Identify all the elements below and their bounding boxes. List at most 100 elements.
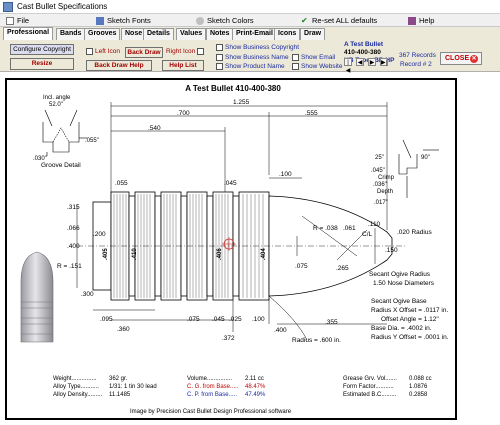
band-dia-405: .405: [103, 248, 109, 260]
radius-600: Radius = .600 in.: [292, 337, 341, 344]
crimp-angle: 25": [375, 155, 384, 161]
close-label: CLOSE: [445, 55, 470, 62]
groove-angle-value: 52.0": [49, 102, 63, 108]
dim-300: .300: [81, 291, 94, 298]
palette-icon: [196, 16, 204, 25]
left-icon-checkbox[interactable]: Left Icon: [86, 48, 120, 55]
record-count: 367 Records: [399, 52, 436, 59]
tab-bar: Professional Bands Grooves Nose Details …: [0, 27, 500, 40]
tab-print-email[interactable]: Print-Email: [232, 28, 277, 40]
next-record-button[interactable]: ▶: [368, 58, 376, 66]
bc-label: Estimated B.C.........: [343, 392, 397, 398]
dim-overall-length: 1.255: [233, 99, 250, 106]
right-icon-checkbox[interactable]: Right Icon: [166, 48, 205, 55]
show-website-checkbox[interactable]: Show Website: [292, 63, 342, 70]
menu-help[interactable]: Help: [408, 16, 434, 25]
crimp-detail: [398, 139, 439, 198]
secant-base-line1: Secant Ogive Base: [371, 298, 427, 305]
checkbox-box: [86, 48, 93, 55]
drawing-title: A Test Bullet 410-400-380: [185, 84, 281, 93]
record-part: 410-400-380: [344, 49, 381, 56]
dim-540: .540: [148, 125, 161, 132]
tab-grooves[interactable]: Grooves: [84, 28, 121, 40]
secant-base-line2: Radius X Offset = .0117 in.: [371, 307, 448, 314]
tab-draw[interactable]: Draw: [300, 28, 326, 40]
secant-base-line3: Offset Angle = 1.12": [381, 316, 439, 323]
groove-depth-value: .055": [85, 138, 99, 144]
tab-values[interactable]: Values: [176, 28, 207, 40]
alloy-density-value: 11.1485: [109, 392, 131, 398]
dim-075: .075: [187, 316, 200, 323]
menu-sketch-fonts[interactable]: Sketch Fonts: [96, 16, 151, 25]
band-dia-410: .410: [132, 248, 138, 260]
back-draw-help-button[interactable]: Back Draw Help: [86, 60, 152, 71]
help-book-icon: [408, 16, 416, 25]
checkbox-box: [197, 48, 205, 55]
dim-045-bottom: .045: [212, 316, 225, 323]
menu-file[interactable]: File: [6, 16, 29, 25]
cg-label: C. G. from Base.....: [187, 384, 239, 390]
crimp-depth-label: Depth: [377, 189, 393, 195]
show-business-name-label: Show Business Name: [225, 54, 289, 61]
last-record-button[interactable]: ▶|: [380, 58, 388, 66]
toolbar: Configure Copyright Resize Left Icon Bac…: [0, 40, 500, 72]
stats-panel: Weight............... 362 gr. Alloy Type…: [5, 376, 457, 410]
center-line-label: C/L: [362, 231, 373, 238]
tab-bands[interactable]: Bands: [56, 28, 86, 40]
volume-label: Volume...............: [187, 376, 233, 382]
show-business-copyright-label: Show Business Copyright: [225, 44, 300, 51]
secant-base-line5: Radius Y Offset = .0001 in.: [371, 334, 449, 341]
close-icon: ✕: [470, 55, 478, 63]
help-list-button[interactable]: Help List: [162, 60, 204, 71]
dim-372: .372: [222, 335, 235, 342]
dim-075-nose: .075: [295, 263, 308, 270]
secant-base-line4: Base Dia. = .4002 in.: [371, 325, 432, 332]
weight-label: Weight...............: [53, 376, 97, 382]
volume-value: 2.11 cc: [245, 376, 264, 382]
alloy-density-label: Alloy Density.........: [53, 392, 103, 398]
menu-reset[interactable]: ✔ Re-set ALL defaults: [301, 16, 377, 25]
prev-record-button[interactable]: ◀: [356, 58, 364, 66]
close-button[interactable]: CLOSE ✕: [440, 52, 482, 65]
menu-sketch-colors-label: Sketch Colors: [207, 16, 254, 25]
show-business-name-checkbox[interactable]: Show Business Name: [216, 54, 289, 61]
dim-265: .265: [336, 265, 349, 272]
show-business-copyright-checkbox[interactable]: Show Business Copyright: [216, 44, 299, 51]
back-draw-button[interactable]: Back Draw: [125, 47, 163, 58]
record-name: A Test Bullet: [344, 41, 384, 48]
band-dia-406: .406: [217, 248, 223, 260]
cg-value: 48.47%: [245, 384, 266, 390]
show-product-name-checkbox[interactable]: Show Product Name: [216, 63, 285, 70]
checkbox-box: [292, 63, 299, 70]
crimp-label: Crimp: [378, 175, 395, 181]
file-icon: [6, 16, 14, 25]
resize-button[interactable]: Resize: [10, 58, 74, 70]
dim-110: .110: [368, 221, 381, 228]
menu-file-label: File: [17, 16, 30, 25]
menu-sketch-colors[interactable]: Sketch Colors: [196, 16, 254, 25]
dim-095: .095: [100, 316, 113, 323]
show-email-checkbox[interactable]: Show Email: [292, 54, 335, 61]
tab-icons[interactable]: Icons: [274, 28, 301, 40]
tab-professional[interactable]: Professional: [3, 27, 54, 40]
crimp-angle-2: 90": [421, 155, 430, 161]
form-factor-label: Form Factor...........: [343, 384, 394, 390]
window-title: Cast Bullet Specifications: [17, 2, 108, 11]
first-record-button[interactable]: |◀: [344, 58, 352, 74]
back-draw-help-label: Back Draw Help: [94, 62, 144, 69]
cp-value: 47.49%: [245, 392, 266, 398]
show-website-label: Show Website: [301, 63, 343, 70]
dim-555: .555: [305, 110, 318, 117]
tab-details[interactable]: Details: [143, 28, 174, 40]
dim-400-nose: .400: [274, 327, 287, 334]
groove-detail: [42, 109, 87, 156]
left-icon-label: Left Icon: [95, 48, 120, 55]
dim-100-top: .100: [279, 171, 292, 178]
checkbox-box: [216, 44, 223, 51]
tab-notes[interactable]: Notes: [206, 28, 234, 40]
configure-copyright-button[interactable]: Configure Copyright: [10, 44, 74, 55]
bullet-drawing: A Test Bullet 410-400-380 Incl. angle 52…: [5, 78, 457, 420]
radius-020: .020 Radius: [397, 229, 432, 236]
form-factor-value: 1.0876: [409, 384, 428, 390]
alloy-type-value: 1/31: 1 tin 30 lead: [109, 384, 157, 390]
